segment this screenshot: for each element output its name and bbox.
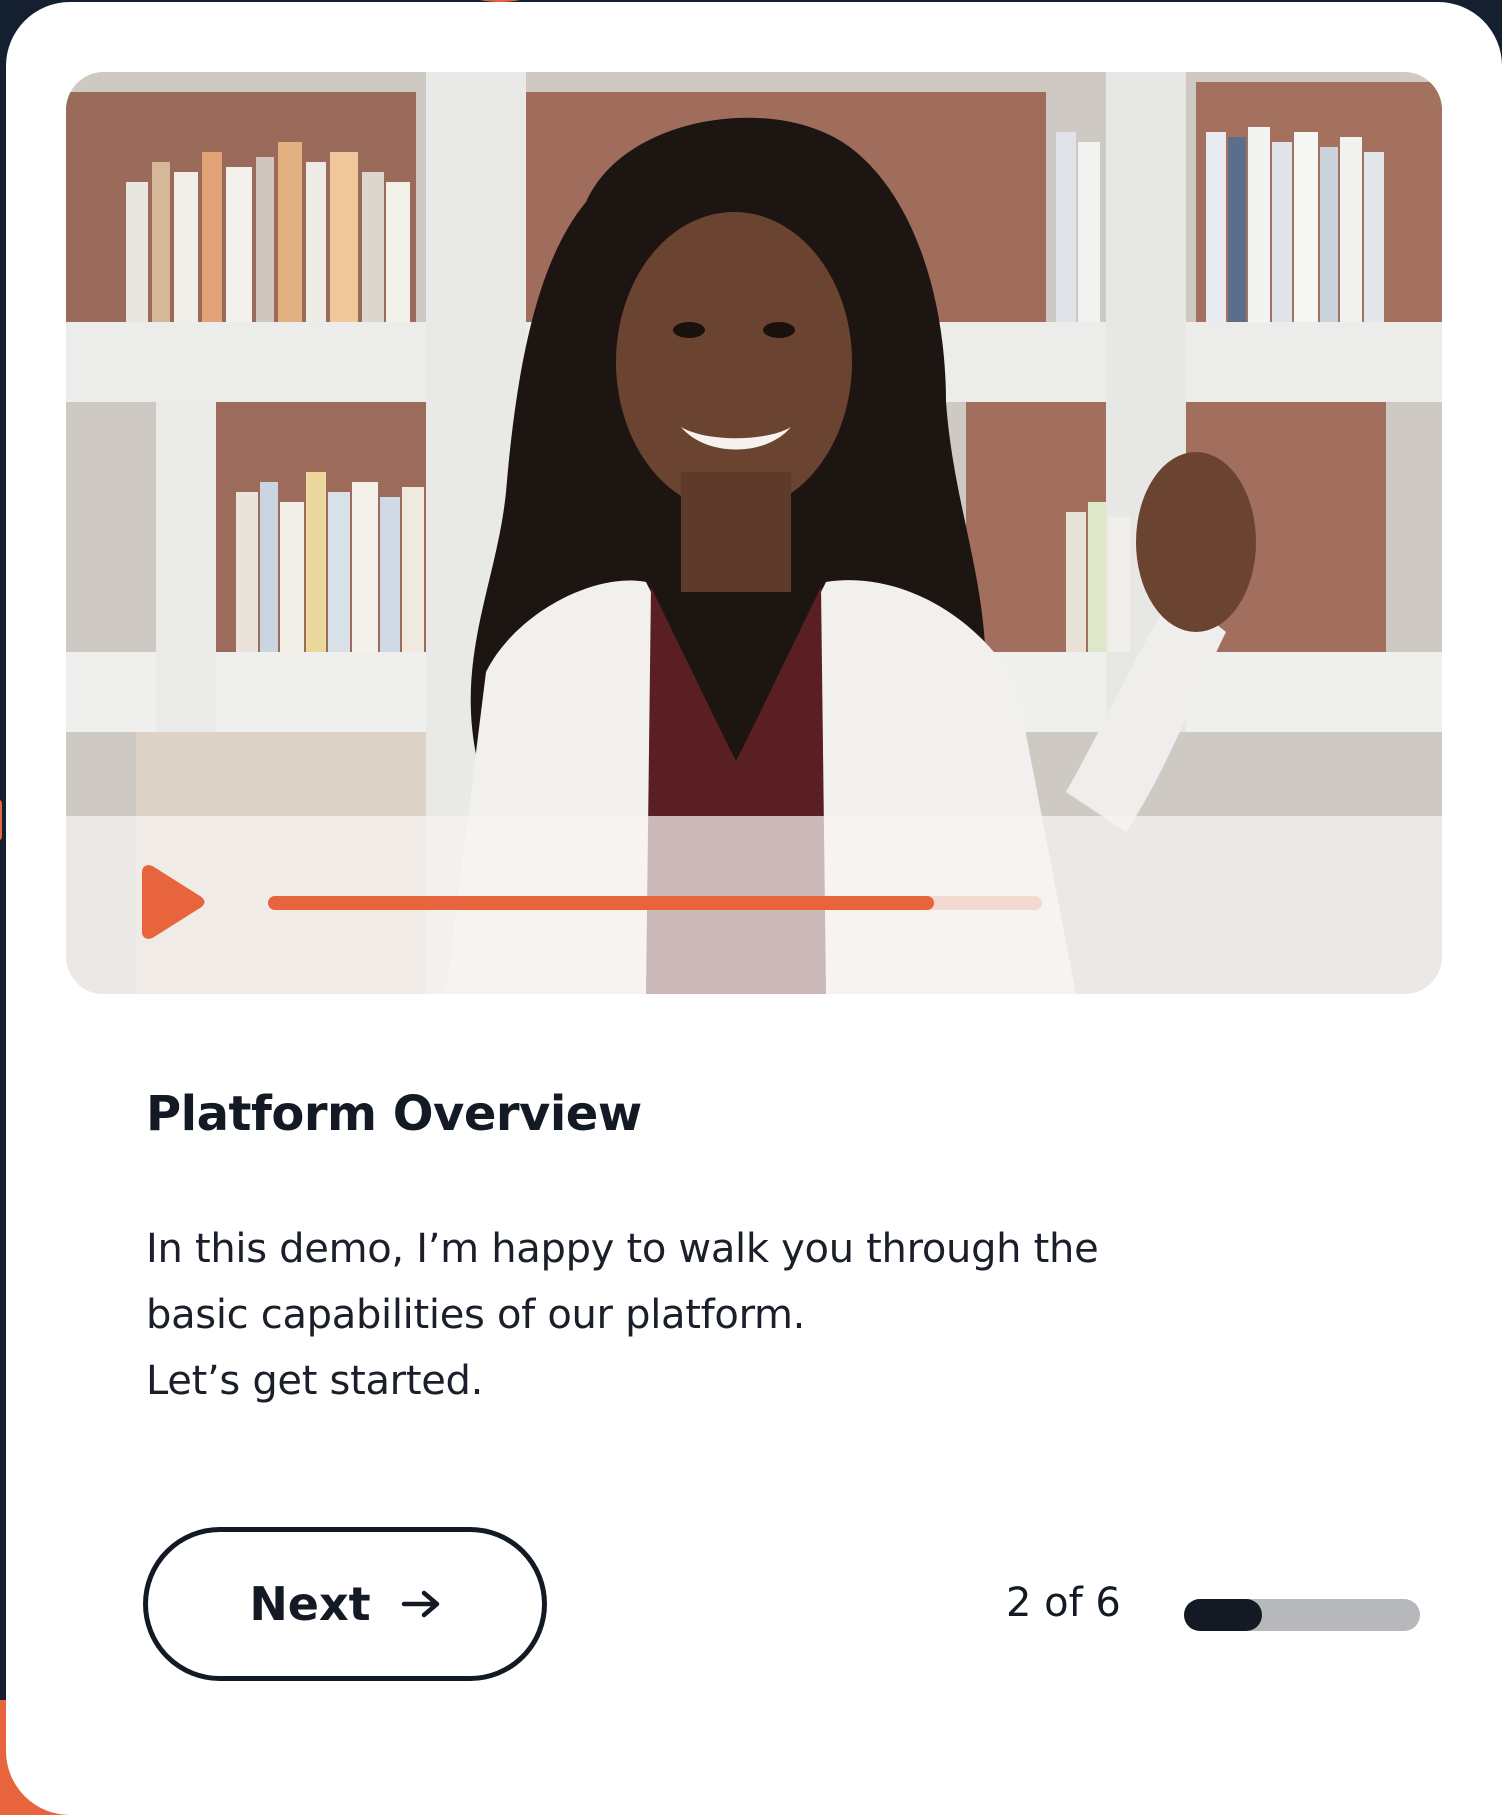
arrow-right-icon: [401, 1590, 439, 1618]
next-button-label: Next: [249, 1577, 371, 1631]
next-button[interactable]: Next: [143, 1527, 547, 1681]
description: In this demo, I’m happy to walk you thro…: [146, 1216, 1246, 1414]
description-line: basic capabilities of our platform.: [146, 1292, 806, 1338]
video-seek-progress: [268, 896, 934, 910]
video-seek-bar[interactable]: [268, 896, 1042, 910]
demo-card: Platform Overview In this demo, I’m happ…: [6, 2, 1502, 1815]
video-controls: [66, 816, 1442, 994]
background-accent-left: [0, 800, 2, 840]
description-line: In this demo, I’m happy to walk you thro…: [146, 1226, 1099, 1272]
page-title: Platform Overview: [146, 1086, 642, 1142]
video-player[interactable]: [66, 72, 1442, 994]
step-progress-bar: [1184, 1599, 1420, 1631]
play-icon[interactable]: [136, 864, 206, 940]
description-line: Let’s get started.: [146, 1358, 484, 1404]
step-counter: 2 of 6: [1006, 1580, 1121, 1626]
step-progress-fill: [1184, 1599, 1262, 1631]
